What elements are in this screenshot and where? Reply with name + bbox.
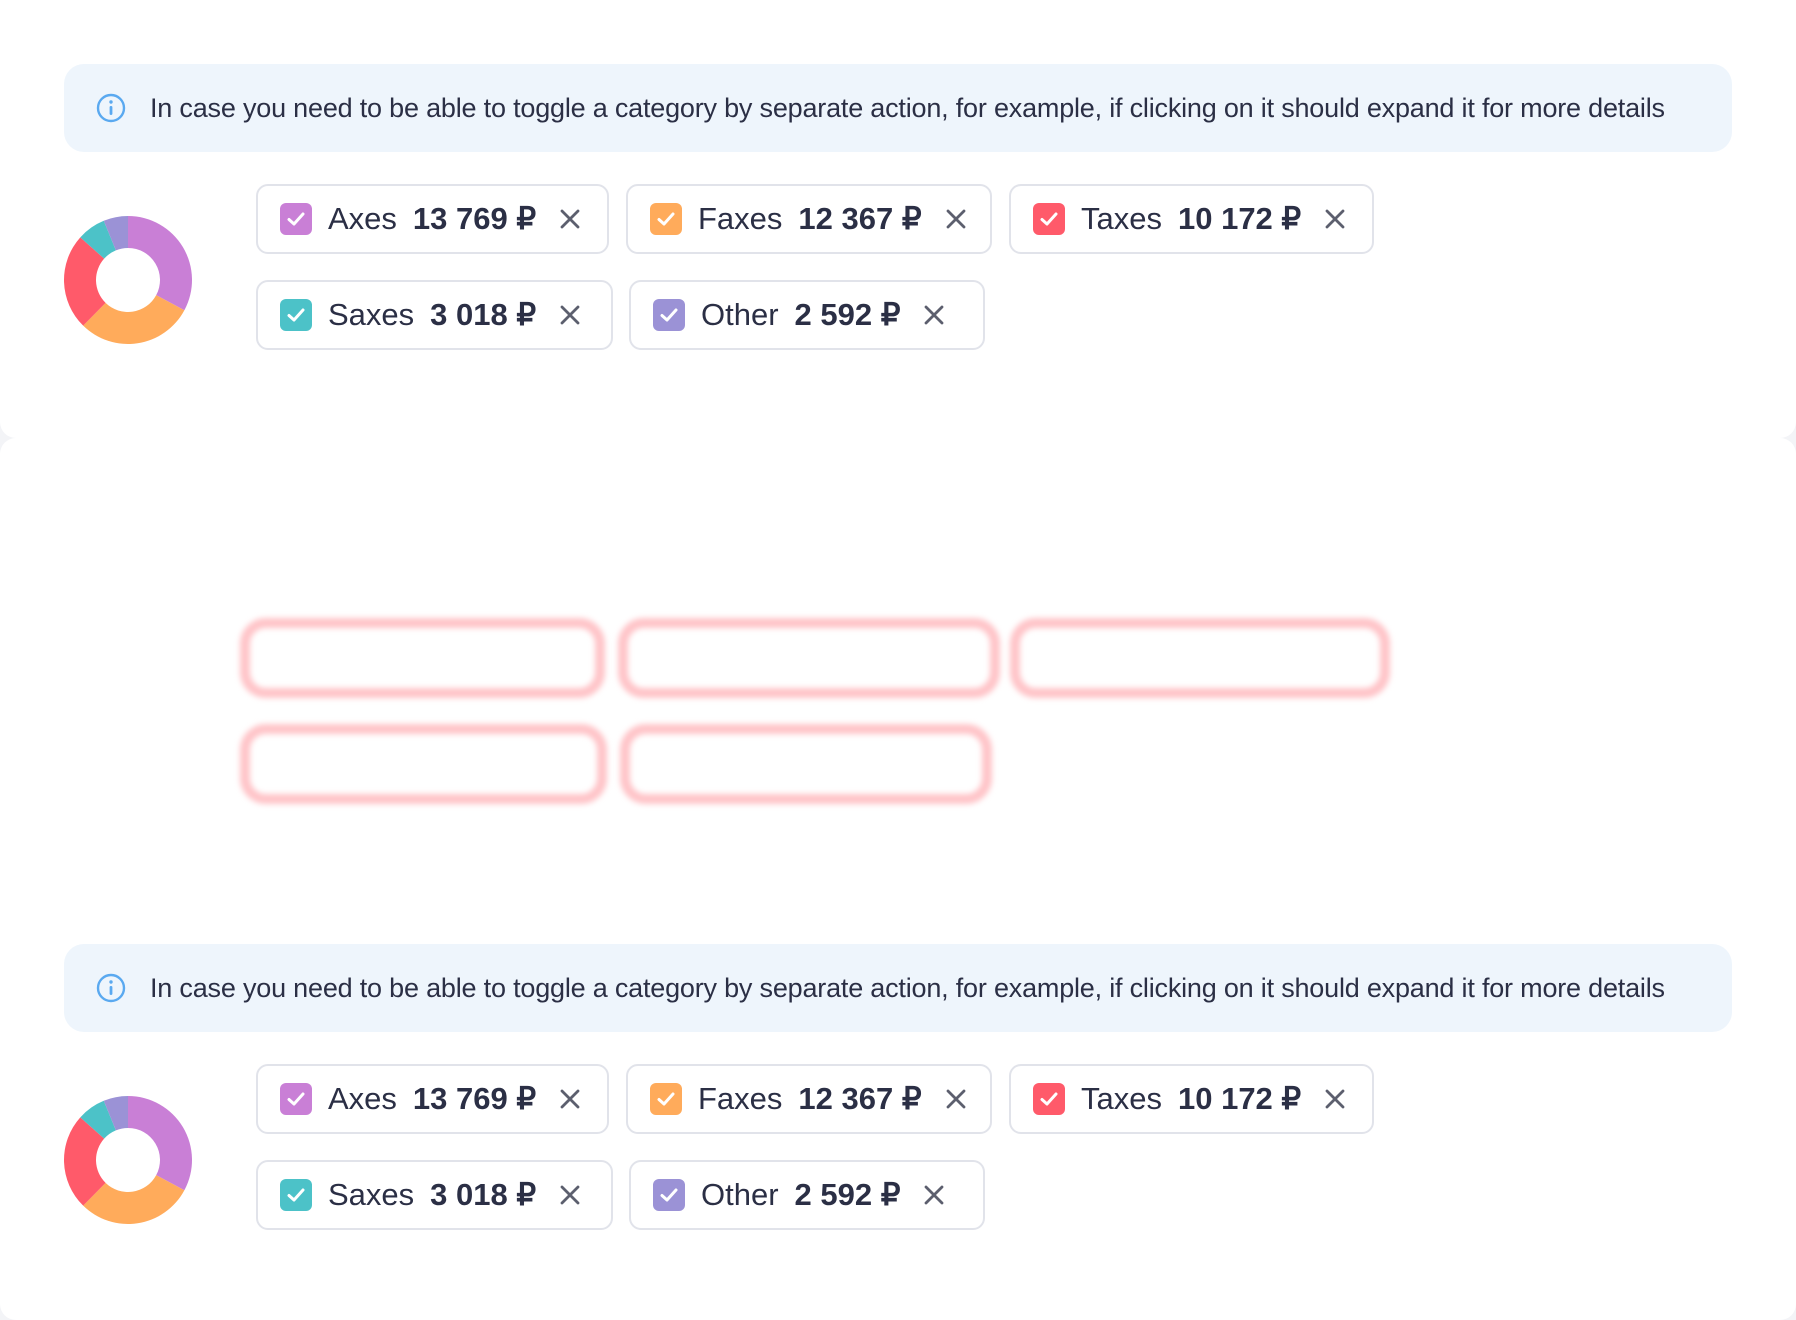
chip-label: Taxes [1081, 201, 1162, 236]
info-text: In case you need to be able to toggle a … [150, 972, 1665, 1003]
chip-value: 3 018 ₽ [430, 1177, 537, 1212]
close-icon[interactable] [942, 205, 970, 233]
donut-segment-axes [128, 1096, 192, 1191]
check-icon [660, 308, 678, 322]
chip-faxes[interactable]: Faxes 12 367 ₽ [626, 184, 992, 254]
chip-label: Saxes [328, 1177, 415, 1212]
chip-hit-area [618, 618, 1000, 698]
chip-other[interactable]: Other 2 592 ₽ [629, 1160, 985, 1230]
close-icon[interactable] [556, 205, 584, 233]
checkbox-taxes[interactable] [1033, 203, 1065, 235]
close-icon[interactable] [920, 301, 948, 329]
chip-value: 2 592 ₽ [794, 1177, 901, 1212]
chip-hit-area [620, 724, 992, 804]
chip-taxes[interactable]: Taxes 10 172 ₽ [1009, 1064, 1374, 1134]
chip-value: 10 172 ₽ [1177, 201, 1302, 236]
close-icon[interactable] [556, 301, 584, 329]
chip-hit-area [1010, 618, 1390, 698]
chip-value: 13 769 ₽ [412, 1081, 537, 1116]
info-text: In case you need to be able to toggle a … [150, 92, 1665, 123]
chip-hit-area [240, 618, 605, 698]
check-icon [287, 1188, 305, 1202]
check-icon [1040, 1092, 1058, 1106]
check-icon [657, 212, 675, 226]
checkbox-axes[interactable] [280, 1083, 312, 1115]
check-icon [660, 1188, 678, 1202]
chip-saxes[interactable]: Saxes 3 018 ₽ [256, 1160, 613, 1230]
chip-other[interactable]: Other 2 592 ₽ [629, 280, 985, 350]
chip-axes[interactable]: Axes 13 769 ₽ [256, 1064, 609, 1134]
close-icon[interactable] [556, 1181, 584, 1209]
checkbox-other[interactable] [653, 1179, 685, 1211]
category-donut-chart [64, 1096, 192, 1224]
chip-label: Axes [328, 201, 397, 236]
close-icon[interactable] [920, 1181, 948, 1209]
chip-label: Axes [328, 1081, 397, 1116]
close-icon[interactable] [1321, 205, 1349, 233]
check-icon [657, 1092, 675, 1106]
checkbox-axes[interactable] [280, 203, 312, 235]
chip-axes[interactable]: Axes 13 769 ₽ [256, 184, 609, 254]
chip-label: Taxes [1081, 1081, 1162, 1116]
checkbox-saxes[interactable] [280, 1179, 312, 1211]
chip-faxes[interactable]: Faxes 12 367 ₽ [626, 1064, 992, 1134]
check-icon [1040, 212, 1058, 226]
close-icon[interactable] [942, 1085, 970, 1113]
chip-taxes[interactable]: Taxes 10 172 ₽ [1009, 184, 1374, 254]
chip-label: Saxes [328, 297, 415, 332]
category-card-bottom: In case you need to be able to toggle a … [0, 438, 1796, 1320]
checkbox-faxes[interactable] [650, 203, 682, 235]
check-icon [287, 308, 305, 322]
chip-value: 12 367 ₽ [798, 201, 922, 236]
chip-value: 10 172 ₽ [1177, 1081, 1302, 1116]
chip-value: 3 018 ₽ [430, 297, 537, 332]
chip-label: Faxes [698, 1081, 783, 1116]
chip-value: 13 769 ₽ [412, 201, 537, 236]
category-card-top: In case you need to be able to toggle a … [0, 0, 1796, 438]
info-icon [96, 973, 126, 1003]
checkbox-faxes[interactable] [650, 1083, 682, 1115]
category-donut-chart [64, 216, 192, 344]
check-icon [287, 1092, 305, 1106]
info-icon [96, 93, 126, 123]
check-icon [287, 212, 305, 226]
close-icon[interactable] [556, 1085, 584, 1113]
chip-hit-area [240, 724, 607, 804]
info-banner: In case you need to be able to toggle a … [64, 944, 1732, 1032]
checkbox-other[interactable] [653, 299, 685, 331]
chip-saxes[interactable]: Saxes 3 018 ₽ [256, 280, 613, 350]
donut-segment-axes [128, 216, 192, 311]
chip-label: Other [701, 297, 779, 332]
chip-label: Faxes [698, 201, 783, 236]
chip-value: 12 367 ₽ [798, 1081, 922, 1116]
checkbox-saxes[interactable] [280, 299, 312, 331]
close-icon[interactable] [1321, 1085, 1349, 1113]
chip-value: 2 592 ₽ [794, 297, 901, 332]
chip-label: Other [701, 1177, 779, 1212]
info-banner: In case you need to be able to toggle a … [64, 64, 1732, 152]
checkbox-taxes[interactable] [1033, 1083, 1065, 1115]
